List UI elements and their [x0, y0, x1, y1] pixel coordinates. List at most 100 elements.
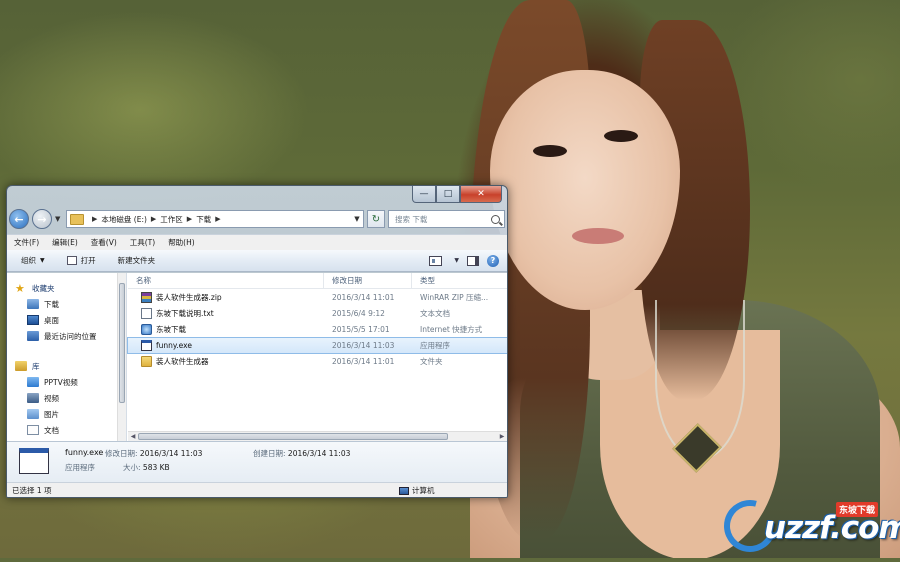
nav-item-label: 桌面 — [44, 315, 59, 325]
view-options-dropdown[interactable]: ▼ — [454, 257, 459, 264]
wallpaper-eye-left — [533, 145, 567, 157]
file-name: funny.exe — [156, 341, 192, 350]
nav-item-label: 文档 — [44, 425, 59, 435]
chevron-right-icon[interactable]: ▶ — [187, 215, 192, 223]
breadcrumb-drive[interactable]: 本地磁盘 (E:) — [101, 214, 147, 225]
pictures-icon — [27, 409, 39, 419]
view-controls: ▼ ? — [429, 254, 499, 267]
nav-item-pictures[interactable]: 图片 — [7, 406, 126, 422]
file-date: 2016/3/14 11:03 — [332, 341, 395, 350]
help-icon[interactable]: ? — [487, 254, 499, 267]
details-created-label: 创建日期: — [253, 449, 286, 458]
explorer-window: — □ ✕ ← → ▼ ▶ 本地磁盘 (E:) ▶ 工作区 ▶ 下载 ▶ ▼ ↻… — [6, 185, 508, 498]
open-button[interactable]: 打开 — [66, 255, 96, 266]
file-name-cell: 东坡下载说明.txt — [128, 308, 324, 319]
search-input[interactable]: 搜索 下载 — [388, 210, 505, 228]
text-file-icon — [141, 308, 152, 319]
breadcrumb-workspace[interactable]: 工作区 — [160, 214, 183, 225]
column-header-type[interactable]: 类型 — [412, 273, 507, 289]
nav-item-recent[interactable]: 最近访问的位置 — [7, 328, 126, 344]
chevron-right-icon[interactable]: ▶ — [215, 215, 220, 223]
downloads-folder-icon — [27, 299, 39, 309]
nav-item-label: 最近访问的位置 — [44, 331, 97, 341]
details-pane: funny.exe 应用程序 修改日期: 2016/3/14 11:03 创建日… — [7, 441, 507, 482]
logo-badge: 东坡下载 — [836, 502, 879, 517]
details-file-kind: 应用程序 — [65, 463, 95, 472]
back-button[interactable]: ← — [9, 209, 29, 229]
file-name-cell: 装人软件生成器 — [128, 356, 324, 367]
details-modified-value: 2016/3/14 11:03 — [139, 449, 203, 458]
file-row[interactable]: 东坡下载说明.txt 2015/6/4 9:12 文本文档 — [128, 306, 507, 321]
caption-buttons: — □ ✕ — [412, 186, 502, 204]
chevron-right-icon[interactable]: ▶ — [92, 215, 97, 223]
minimize-button[interactable]: — — [412, 186, 436, 203]
maximize-button[interactable]: □ — [436, 186, 460, 203]
chevron-down-icon: ▼ — [40, 257, 45, 264]
nav-item-label: PPTV视频 — [44, 377, 78, 387]
details-modified: 修改日期: 2016/3/14 11:03 — [105, 448, 202, 459]
file-name: 东坡下载说明.txt — [156, 309, 214, 318]
menu-edit[interactable]: 编辑(E) — [52, 237, 78, 248]
menu-file[interactable]: 文件(F) — [14, 237, 39, 248]
file-row[interactable]: 装人软件生成器.zip 2016/3/14 11:01 WinRAR ZIP 压… — [128, 290, 507, 305]
file-type: Internet 快捷方式 — [420, 325, 483, 334]
nav-item-videos[interactable]: 视频 — [7, 390, 126, 406]
address-history-dropdown[interactable]: ▼ — [351, 215, 363, 223]
file-name: 东坡下载 — [156, 325, 186, 334]
file-list: 装人软件生成器.zip 2016/3/14 11:01 WinRAR ZIP 压… — [127, 290, 507, 369]
zip-icon — [141, 292, 152, 303]
file-date: 2015/5/5 17:01 — [332, 325, 390, 334]
forward-button[interactable]: → — [32, 209, 52, 229]
file-name: 装人软件生成器 — [156, 357, 209, 366]
preview-pane-icon[interactable] — [467, 255, 479, 266]
navigation-pane: ★ 收藏夹 下载 桌面 最近访问的位置 库 PPTV视频 视频 图片 文档 — [7, 273, 127, 441]
file-name-cell: 装人软件生成器.zip — [128, 292, 324, 303]
nav-libraries-label: 库 — [32, 361, 40, 371]
nav-favorites[interactable]: ★ 收藏夹 — [7, 280, 126, 296]
file-row[interactable]: 东坡下载 2015/5/5 17:01 Internet 快捷方式 — [128, 322, 507, 337]
nav-item-pptv[interactable]: PPTV视频 — [7, 374, 126, 390]
file-row-selected[interactable]: funny.exe 2016/3/14 11:03 应用程序 — [127, 337, 507, 354]
menu-tools[interactable]: 工具(T) — [130, 237, 155, 248]
search-icon[interactable] — [491, 214, 500, 224]
menu-view[interactable]: 查看(V) — [91, 237, 117, 248]
file-date: 2015/6/4 9:12 — [332, 309, 385, 318]
horizontal-scrollbar[interactable]: ◀ ▶ — [128, 431, 507, 441]
desktop-icon — [27, 315, 39, 325]
wallpaper-eye-right — [604, 130, 638, 142]
favorites-group: ★ 收藏夹 下载 桌面 最近访问的位置 — [7, 280, 126, 344]
organize-button[interactable]: 组织 ▼ — [21, 255, 45, 266]
file-name: 装人软件生成器.zip — [156, 293, 222, 302]
menu-help[interactable]: 帮助(H) — [168, 237, 195, 248]
libraries-group: 库 PPTV视频 视频 图片 文档 — [7, 358, 126, 438]
details-file-name: funny.exe — [65, 448, 104, 457]
column-header-date[interactable]: 修改日期 — [324, 272, 412, 289]
details-size-value: 583 KB — [142, 463, 170, 472]
chevron-right-icon[interactable]: ▶ — [151, 215, 156, 223]
nav-item-documents[interactable]: 文档 — [7, 422, 126, 438]
nav-favorites-label: 收藏夹 — [32, 283, 55, 293]
change-view-icon[interactable] — [429, 255, 443, 266]
address-row: ← → ▼ ▶ 本地磁盘 (E:) ▶ 工作区 ▶ 下载 ▶ ▼ ↻ 搜索 下载 — [9, 206, 505, 232]
nav-item-desktop[interactable]: 桌面 — [7, 312, 126, 328]
search-placeholder: 搜索 下载 — [395, 214, 428, 224]
details-modified-label: 修改日期: — [105, 449, 138, 458]
folder-icon — [141, 356, 152, 367]
new-folder-button[interactable]: 新建文件夹 — [118, 255, 156, 266]
nav-scrollbar-thumb[interactable] — [119, 283, 125, 403]
nav-libraries[interactable]: 库 — [7, 358, 126, 374]
star-icon: ★ — [15, 281, 25, 295]
nav-scrollbar[interactable] — [117, 273, 126, 441]
refresh-button[interactable]: ↻ — [367, 210, 385, 228]
window-body: ★ 收藏夹 下载 桌面 最近访问的位置 库 PPTV视频 视频 图片 文档 名称… — [7, 272, 507, 441]
recent-pages-dropdown[interactable]: ▼ — [55, 215, 63, 223]
close-button[interactable]: ✕ — [460, 186, 502, 203]
file-row[interactable]: 装人软件生成器 2016/3/14 11:01 文件夹 — [128, 354, 507, 369]
column-header-name[interactable]: 名称 — [128, 272, 324, 289]
computer-icon — [399, 486, 409, 495]
horizontal-scrollbar-thumb[interactable] — [138, 433, 448, 440]
nav-item-label: 下载 — [44, 299, 59, 309]
address-bar[interactable]: ▶ 本地磁盘 (E:) ▶ 工作区 ▶ 下载 ▶ ▼ — [66, 210, 364, 228]
breadcrumb-downloads[interactable]: 下载 — [196, 214, 211, 225]
nav-item-downloads[interactable]: 下载 — [7, 296, 126, 312]
